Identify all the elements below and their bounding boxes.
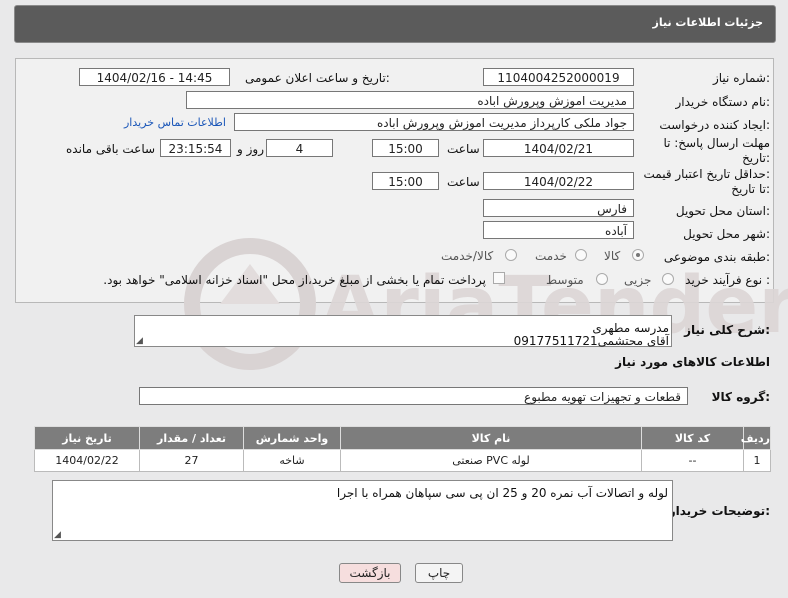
category-radio-goods-service[interactable]	[505, 249, 517, 261]
province-field: فارس	[483, 199, 634, 217]
description-line-1: مدرسه مطهری	[592, 321, 669, 335]
category-label: طبقه بندی موضوعی:	[663, 250, 770, 264]
col-row-number: ردیف	[741, 426, 771, 450]
col-quantity: تعداد / مقدار	[139, 426, 244, 450]
process-option-minor: جزیی	[624, 273, 652, 287]
page-header: جزئیات اطلاعات نیاز	[14, 5, 776, 43]
need-number-field: 1104004252000019	[483, 68, 634, 86]
process-option-medium: متوسط	[546, 273, 584, 287]
table-header-row: ردیف کد کالا نام کالا واحد شمارش تعداد /…	[34, 426, 771, 450]
need-number-label: شماره نیاز:	[712, 71, 770, 85]
resize-grip-icon[interactable]: ◢	[54, 531, 61, 540]
buyer-org-label: نام دستگاه خریدار:	[675, 95, 771, 109]
buyer-org-field: مدیریت اموزش وپرورش اباده	[186, 91, 634, 109]
announce-label: تاریخ و ساعت اعلان عمومی:	[245, 71, 390, 85]
goods-section-title: اطلاعات کالاهای مورد نیاز	[615, 355, 770, 369]
city-field: آباده	[483, 221, 634, 239]
goods-group-field: قطعات و تجهیزات تهویه مطبوع	[139, 387, 688, 405]
buyer-contact-link[interactable]: اطلاعات تماس خریدار	[124, 116, 226, 129]
back-button[interactable]: بازگشت	[339, 563, 401, 583]
category-radio-goods[interactable]	[632, 249, 644, 261]
category-option-goods: کالا	[604, 249, 621, 263]
price-validity-time-field: 15:00	[372, 172, 439, 190]
buyer-notes-textarea[interactable]: لوله و اتصالات آب نمره 20 و 25 ان پی سی …	[52, 480, 673, 541]
goods-table: ردیف کد کالا نام کالا واحد شمارش تعداد /…	[34, 426, 771, 472]
deadline-label-line1: مهلت ارسال پاسخ: تا	[663, 136, 770, 150]
deadline-time-field: 15:00	[372, 139, 439, 157]
cell-row-number: 1	[743, 449, 771, 472]
cell-goods-code: --	[641, 449, 744, 472]
general-description-label: شرح کلی نیاز:	[684, 323, 770, 337]
treasury-payment-note: پرداخت تمام یا بخشی از مبلغ خرید،از محل …	[103, 273, 486, 287]
page-title: جزئیات اطلاعات نیاز	[652, 16, 764, 29]
resize-grip-icon[interactable]: ◢	[136, 337, 143, 346]
col-need-date: تاریخ نیاز	[34, 426, 140, 450]
process-radio-medium[interactable]	[596, 273, 608, 285]
category-option-service: خدمت	[535, 249, 567, 263]
announce-field: 1404/02/16 - 14:45	[79, 68, 230, 86]
process-type-label: نوع فرآیند خرید :	[685, 273, 770, 287]
cell-unit: شاخه	[243, 449, 341, 472]
goods-group-label: گروه کالا:	[711, 390, 770, 404]
price-validity-date-field: 1404/02/22	[483, 172, 634, 190]
general-description-textarea[interactable]: مدرسه مطهری آقای محتشمی09177511721 ◢	[134, 315, 672, 348]
days-label: روز و	[237, 142, 264, 156]
description-line-2: آقای محتشمی09177511721	[513, 334, 669, 348]
deadline-label-line2: تاریخ:	[742, 151, 770, 165]
process-radio-minor[interactable]	[662, 273, 674, 285]
cell-quantity: 27	[139, 449, 244, 472]
cell-goods-name: لوله PVC صنعتی	[340, 449, 642, 472]
print-button[interactable]: چاپ	[415, 563, 463, 583]
price-validity-label-line2: تا تاریخ:	[731, 182, 770, 196]
remaining-label: ساعت باقی مانده	[66, 142, 156, 156]
cell-need-date: 1404/02/22	[34, 449, 140, 472]
days-remaining-field: 4	[266, 139, 333, 157]
price-validity-time-label: ساعت	[447, 175, 480, 189]
col-unit: واحد شمارش	[243, 426, 341, 450]
deadline-time-label: ساعت	[447, 142, 480, 156]
col-goods-name: نام کالا	[340, 426, 642, 450]
buyer-notes-label: توضیحات خریدار:	[668, 504, 770, 518]
requester-field: جواد ملکی کارپرداز مدیریت اموزش وپرورش ا…	[234, 113, 634, 131]
deadline-date-field: 1404/02/21	[483, 139, 634, 157]
category-option-goods-service: کالا/خدمت	[441, 249, 494, 263]
price-validity-label-line1: حداقل تاریخ اعتبار قیمت:	[643, 167, 770, 181]
city-label: شهر محل تحویل:	[683, 227, 770, 241]
buyer-notes-text: لوله و اتصالات آب نمره 20 و 25 ان پی سی …	[336, 486, 668, 500]
category-radio-service[interactable]	[575, 249, 587, 261]
province-label: استان محل تحویل:	[675, 204, 770, 218]
col-goods-code: کد کالا	[641, 426, 744, 450]
time-remaining-field: 23:15:54	[160, 139, 231, 157]
treasury-payment-checkbox[interactable]	[493, 272, 505, 284]
requester-label: ایجاد کننده درخواست:	[659, 118, 770, 132]
table-row: 1 -- لوله PVC صنعتی شاخه 27 1404/02/22	[34, 449, 771, 472]
